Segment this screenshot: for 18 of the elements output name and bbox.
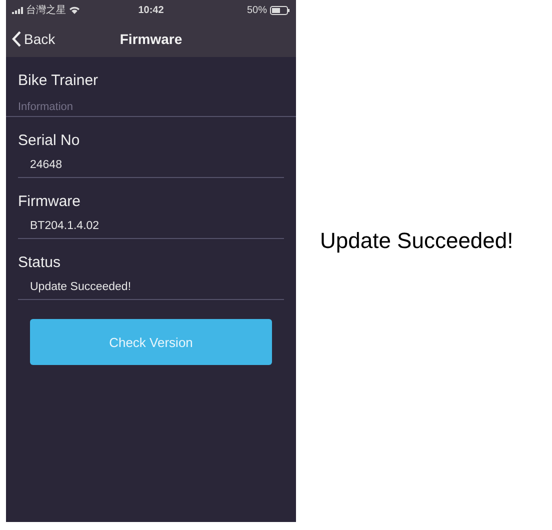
wifi-icon: [69, 6, 80, 14]
field-label: Serial No: [17, 131, 81, 149]
device-name: Bike Trainer: [17, 71, 100, 89]
field-value: 24648: [18, 159, 284, 178]
status-time: 10:42: [138, 4, 164, 16]
battery-percent: 50%: [247, 4, 268, 16]
section-header: Information: [6, 89, 296, 117]
chevron-left-icon: [12, 30, 21, 46]
screen-title: Firmware: [120, 30, 182, 46]
signal-icon: [12, 6, 23, 14]
field-label: Status: [17, 253, 62, 271]
back-button[interactable]: Back: [6, 30, 56, 46]
caption-text: Update Succeeded!: [320, 228, 514, 254]
field-label: Firmware: [17, 192, 82, 210]
field-value: BT204.1.4.02: [18, 220, 284, 239]
battery-icon: [270, 6, 290, 14]
field-value: Update Succeeded!: [18, 281, 284, 300]
carrier-name: 台灣之星: [26, 4, 66, 17]
